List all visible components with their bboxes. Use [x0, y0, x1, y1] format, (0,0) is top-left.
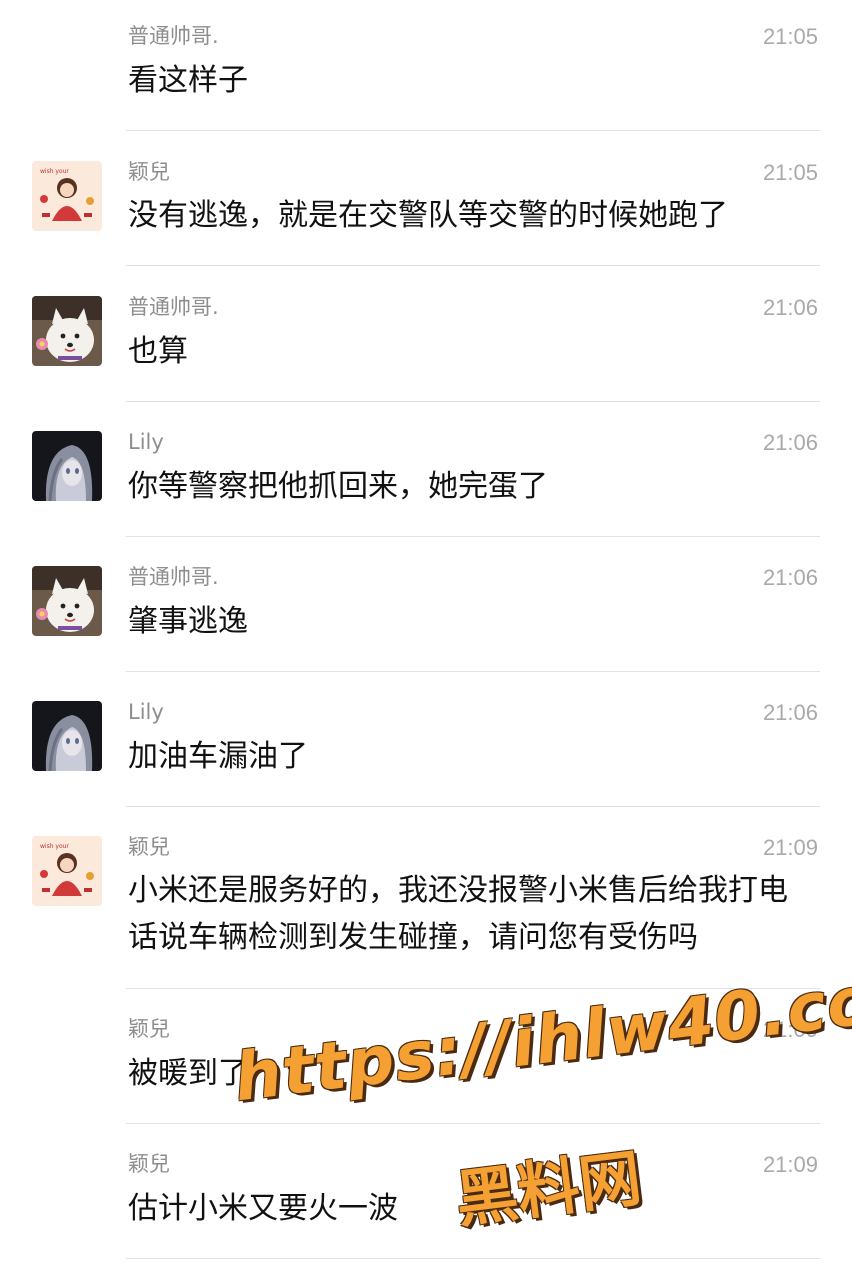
message-text-line: 话说车辆检测到发生碰撞，请问您有受伤吗 — [128, 920, 698, 955]
sender-name: 颖兒 — [128, 160, 170, 184]
dog-avatar[interactable] — [32, 566, 102, 636]
divider — [126, 130, 820, 131]
message-text: 加油车漏油了 — [128, 739, 308, 774]
message-time: 21:06 — [762, 295, 818, 320]
sender-name: 普通帅哥. — [128, 565, 219, 589]
watermark-site-name: 黑料网 — [451, 1141, 646, 1237]
message-text-line: 小米还是服务好的，我还没报警小米售后给我打电 — [128, 873, 788, 908]
dog-avatar[interactable] — [32, 296, 102, 366]
divider — [126, 401, 820, 402]
message-time: 21:06 — [762, 700, 818, 725]
sender-name: 颖兒 — [128, 1152, 170, 1176]
message-time: 21:05 — [762, 24, 818, 49]
divider — [126, 536, 820, 537]
divider — [126, 265, 820, 266]
divider — [126, 1258, 820, 1259]
message-time: 21:05 — [762, 160, 818, 185]
girl-illustration-avatar[interactable]: wish your — [32, 161, 102, 231]
sender-name: 颖兒 — [128, 1017, 170, 1041]
message-time: 21:09 — [762, 835, 818, 860]
message-text: 也算 — [128, 334, 188, 369]
message-text: 你等警察把他抓回来，她完蛋了 — [128, 469, 548, 504]
svg-text:wish your: wish your — [40, 168, 69, 175]
girl-illustration-avatar[interactable]: wish your — [32, 836, 102, 906]
sender-name: Lily — [128, 700, 164, 724]
message-text: 肇事逃逸 — [128, 604, 248, 639]
sender-name: Lily — [128, 430, 164, 454]
message-time: 21:06 — [762, 565, 818, 590]
message-text: 看这样子 — [128, 63, 248, 98]
svg-text:wish your: wish your — [40, 843, 69, 850]
message-time: 21:06 — [762, 430, 818, 455]
sender-name: 颖兒 — [128, 835, 170, 859]
sender-name: 普通帅哥. — [128, 295, 219, 319]
anime-girl-avatar[interactable] — [32, 431, 102, 501]
anime-girl-avatar[interactable] — [32, 701, 102, 771]
divider — [126, 671, 820, 672]
message-text: 没有逃逸，就是在交警队等交警的时候她跑了 — [128, 198, 728, 233]
sender-name: 普通帅哥. — [128, 24, 219, 48]
watermark-url: https://ihlw40.com — [230, 953, 852, 1117]
divider — [126, 806, 820, 807]
watermark: https://ihlw40.com 黑料网 — [230, 953, 852, 1250]
